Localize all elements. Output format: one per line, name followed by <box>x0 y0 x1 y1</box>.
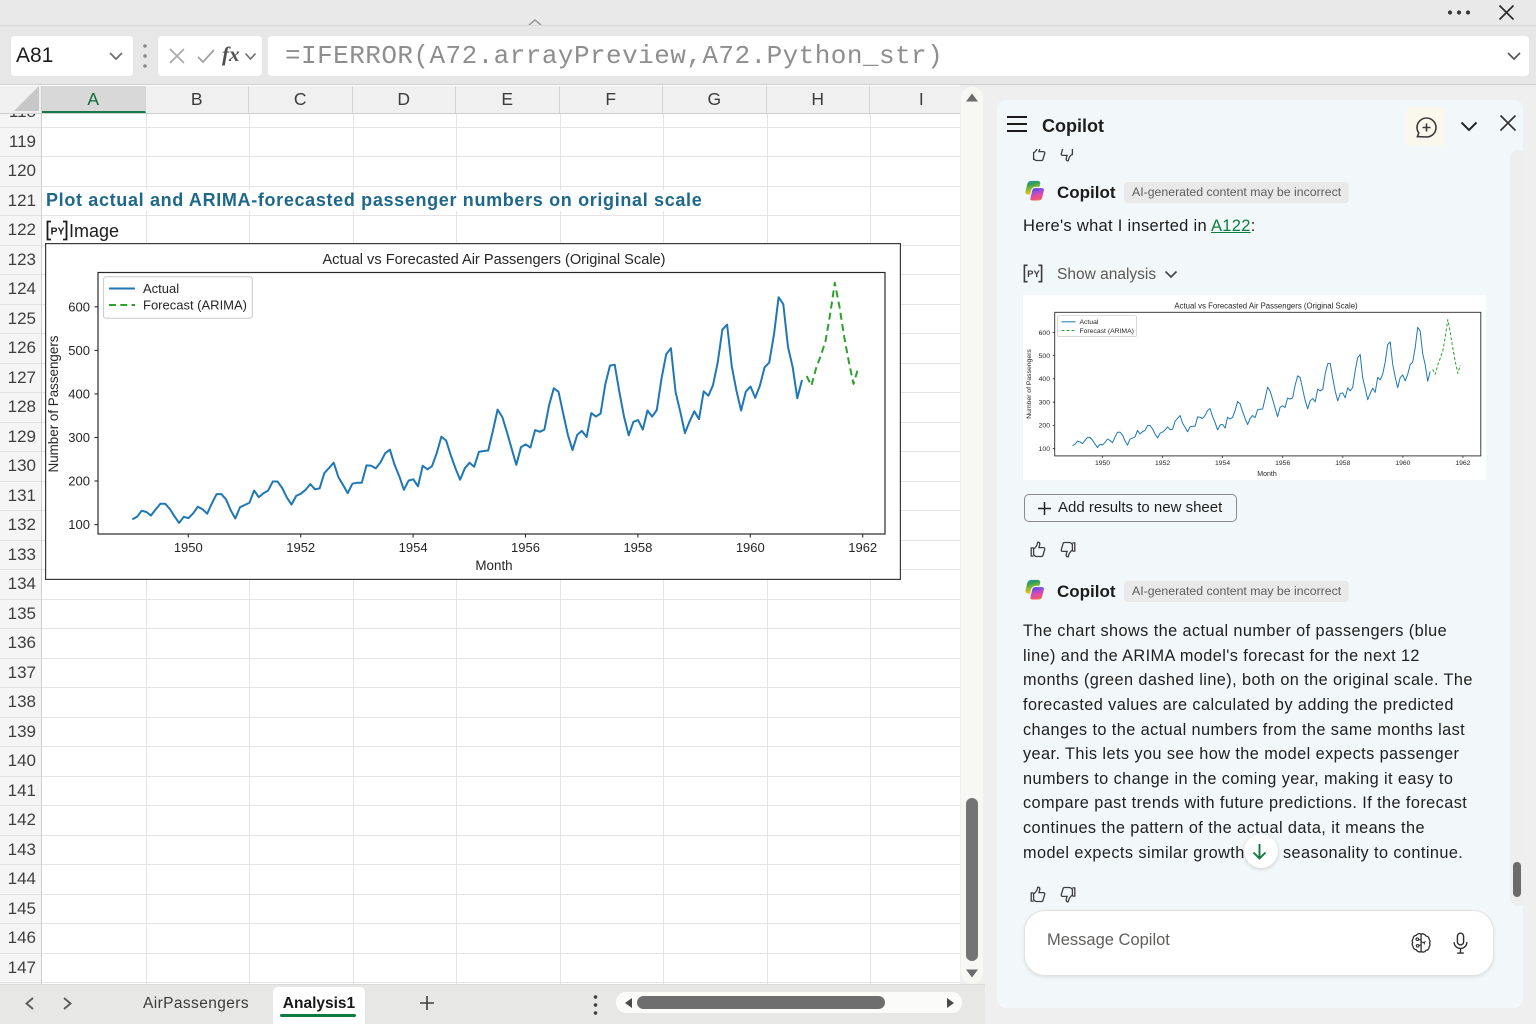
svg-text:300: 300 <box>1039 400 1051 407</box>
svg-text:PY: PY <box>51 225 65 237</box>
svg-text:1960: 1960 <box>736 540 765 555</box>
svg-text:1952: 1952 <box>286 540 315 555</box>
svg-text:1950: 1950 <box>174 540 203 555</box>
svg-text:500: 500 <box>68 343 90 358</box>
svg-text:1958: 1958 <box>1335 460 1350 467</box>
svg-text:Actual vs Forecasted Air Passe: Actual vs Forecasted Air Passengers (Ori… <box>322 252 665 268</box>
svg-text:400: 400 <box>68 387 90 402</box>
svg-text:1954: 1954 <box>399 540 428 555</box>
svg-text:1962: 1962 <box>848 540 877 555</box>
svg-text:1958: 1958 <box>623 540 652 555</box>
svg-text:Month: Month <box>475 558 512 573</box>
svg-text:500: 500 <box>1039 353 1051 360</box>
svg-text:1956: 1956 <box>511 540 540 555</box>
svg-text:Number of Passengers: Number of Passengers <box>1026 349 1033 419</box>
svg-text:PY: PY <box>1027 269 1040 280</box>
svg-text:1956: 1956 <box>1275 460 1290 467</box>
svg-text:600: 600 <box>1039 330 1051 337</box>
svg-text:Month: Month <box>1257 471 1277 478</box>
svg-text:200: 200 <box>1039 423 1051 430</box>
svg-text:100: 100 <box>68 517 90 532</box>
svg-text:1952: 1952 <box>1155 460 1170 467</box>
svg-text:Actual: Actual <box>1080 319 1099 326</box>
svg-text:200: 200 <box>68 474 90 489</box>
svg-text:1950: 1950 <box>1095 460 1110 467</box>
svg-text:300: 300 <box>68 430 90 445</box>
svg-text:Forecast (ARIMA): Forecast (ARIMA) <box>143 298 247 313</box>
svg-text:Actual: Actual <box>143 281 179 296</box>
svg-text:1960: 1960 <box>1395 460 1410 467</box>
svg-text:Actual vs Forecasted Air Passe: Actual vs Forecasted Air Passengers (Ori… <box>1174 302 1358 311</box>
svg-text:1954: 1954 <box>1215 460 1230 467</box>
svg-text:100: 100 <box>1039 446 1051 453</box>
svg-text:1962: 1962 <box>1455 460 1470 467</box>
svg-text:Forecast (ARIMA): Forecast (ARIMA) <box>1080 328 1134 335</box>
svg-text:600: 600 <box>68 300 90 315</box>
svg-text:400: 400 <box>1039 376 1051 383</box>
svg-text:Number of Passengers: Number of Passengers <box>46 335 61 472</box>
